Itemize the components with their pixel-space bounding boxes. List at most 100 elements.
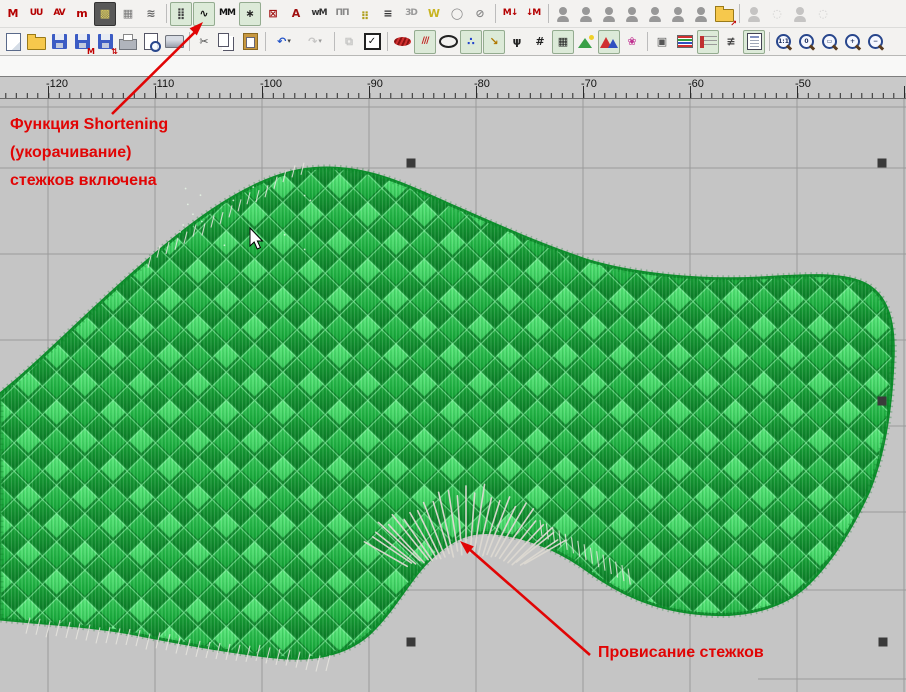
toolbar-gap [0,56,906,76]
ghost-slot-icon[interactable] [743,2,765,26]
background-icon[interactable] [575,30,597,54]
annotation-line: (укорачивание) [10,144,168,172]
zoom-fit-icon[interactable]: ▭ [819,30,841,54]
hoop-slot-icon[interactable] [552,2,574,26]
cut-icon[interactable]: ✂ [193,30,215,54]
toolbar-separator [334,32,335,51]
ruler-label: -60 [688,78,704,90]
toolbar-separator [548,4,549,23]
ellipse-tool-icon[interactable] [437,30,459,54]
satin-stitch-icon[interactable]: M [2,2,24,26]
selection-handle[interactable] [407,638,416,647]
selection-handle[interactable] [878,397,887,406]
toolbar-separator [769,32,770,51]
stitch-export-icon[interactable]: M↓ [499,2,521,26]
annotation-line: стежков включена [10,172,168,200]
hoop-slot-icon[interactable] [575,2,597,26]
palette-icon[interactable] [674,30,696,54]
zoom-1to1-icon[interactable]: 1:1 [773,30,795,54]
closed-shape-icon[interactable]: ⊘ [469,2,491,26]
selection-handle[interactable] [879,638,888,647]
dots-tool-icon[interactable]: ∴ [460,30,482,54]
hoop-slot-icon[interactable] [598,2,620,26]
ghost-outline-icon[interactable]: ◌ [812,2,834,26]
save-as-icon[interactable]: M [71,30,93,54]
properties-icon[interactable] [743,30,765,54]
object-colors-icon[interactable] [598,30,620,54]
color-list-icon[interactable] [697,30,719,54]
wave-fill-icon[interactable]: ≋ [140,2,162,26]
grid-fill-icon[interactable]: ▦ [117,2,139,26]
ruler-label: -70 [581,78,597,90]
zoom-in-icon[interactable]: + [842,30,864,54]
ray-fill-icon[interactable]: ∗ [239,2,261,26]
loop-stitch-icon[interactable]: UU [25,2,47,26]
shortening-icon[interactable]: ∿ [193,2,215,26]
hoop-slot-icon[interactable] [644,2,666,26]
outline-shape-icon[interactable]: ◯ [446,2,468,26]
toolbar-separator [189,32,190,51]
ruler-label: -110 [153,78,174,90]
dense-zigzag-icon[interactable]: MM [216,2,238,26]
hidden-list-icon[interactable]: ≢ [720,30,742,54]
select-object-icon[interactable]: ⧉ [338,30,360,54]
open-design-icon[interactable]: ↗ [713,2,735,26]
elastic-stitch-icon[interactable]: wM [308,2,330,26]
toolbar-separator [166,4,167,23]
zoom-out-icon[interactable]: − [865,30,887,54]
apply-check-icon[interactable]: ✓ [361,30,383,54]
hoop-slot-icon[interactable] [621,2,643,26]
toolbar-separator [265,32,266,51]
ruler-label: -100 [260,78,282,90]
ruler-label: -90 [367,78,383,90]
main-toolbar: M⇅ ✂ ↶▾↷▾ ⧉✓ ∕∕∕ ∴↘ψ#▦ ❀ ▣ ≢ 1:10▭+− [0,28,906,56]
grid-icon[interactable]: # [529,30,551,54]
toolbar-separator [495,4,496,23]
paste-icon[interactable] [239,30,261,54]
cross-box-icon[interactable]: ⊠ [262,2,284,26]
motif2-fill-icon[interactable]: ⣶ [354,2,376,26]
motif-fill-icon[interactable]: ⣿ [170,2,192,26]
ghost-slot-icon[interactable] [789,2,811,26]
copy-icon[interactable] [216,30,238,54]
three-d-icon[interactable]: 3D [400,2,422,26]
new-file-icon[interactable] [2,30,24,54]
print-preview-icon[interactable] [140,30,162,54]
annotation-line: Функция Shortening [10,116,168,144]
comb-stitch-icon[interactable]: m [71,2,93,26]
scan-icon[interactable] [163,30,185,54]
grid-settings-icon[interactable]: ▦ [552,30,574,54]
ruler-label: -50 [795,78,811,90]
undo-icon[interactable]: ↶▾ [269,30,299,54]
sagging-annotation: Провисание стежков [598,644,764,662]
triangle-fill-icon[interactable]: A [285,2,307,26]
flower-design-icon[interactable]: ❀ [621,30,643,54]
picture-icon[interactable]: ▣ [651,30,673,54]
measure-tool-icon[interactable]: ↘ [483,30,505,54]
toolbar-separator [739,4,740,23]
satin-sample-icon[interactable] [391,30,413,54]
pattern-fill-icon[interactable]: ▩ [94,2,116,26]
redo-icon[interactable]: ↷▾ [300,30,330,54]
zigzag-stitch-icon[interactable]: AV [48,2,70,26]
selection-handle[interactable] [407,159,416,168]
toolbar-separator [387,32,388,51]
toolbar-separator [647,32,648,51]
lines-fill-icon[interactable]: ≡ [377,2,399,26]
ruler-label: -80 [474,78,490,90]
needle-point-icon[interactable]: ψ [506,30,528,54]
save-all-icon[interactable]: ⇅ [94,30,116,54]
stitch-import-icon[interactable]: ↓M [522,2,544,26]
zoom-previous-icon[interactable]: 0 [796,30,818,54]
w-effect-icon[interactable]: W [423,2,445,26]
open-file-icon[interactable] [25,30,47,54]
selection-handle[interactable] [878,159,887,168]
column-stitch-icon[interactable]: ΠΠ [331,2,353,26]
stitch-toolbar: MUUAVm▩▦≋ ⣿∿MM∗⊠AwMΠΠ⣶≡3DW◯⊘ M↓↓M ↗ ◌ ◌ [0,0,906,28]
hatch-fill-icon[interactable]: ∕∕∕ [414,30,436,54]
hoop-slot-icon[interactable] [667,2,689,26]
hoop-slot-icon[interactable] [690,2,712,26]
ghost-outline-icon[interactable]: ◌ [766,2,788,26]
save-file-icon[interactable] [48,30,70,54]
print-icon[interactable] [117,30,139,54]
